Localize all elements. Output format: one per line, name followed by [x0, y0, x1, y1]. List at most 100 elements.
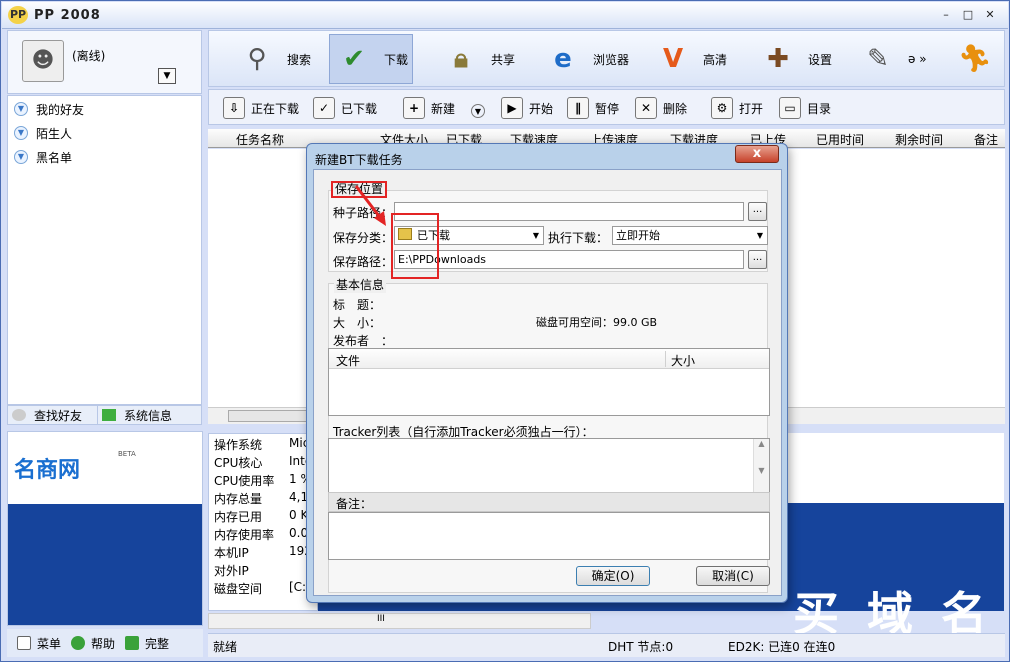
- toolbar-label: 高清: [703, 52, 728, 67]
- contact-group-strangers[interactable]: ▼ 陌生人: [14, 123, 72, 143]
- toolbar-label: 搜索: [287, 52, 312, 67]
- ok-button[interactable]: 确定(O): [576, 566, 650, 586]
- scroll-thumb[interactable]: [228, 410, 318, 422]
- left-bottom-bar: 菜单 帮助 完整: [7, 629, 203, 657]
- ad-panel[interactable]: 名商网 BETA: [7, 431, 203, 626]
- tracker-textarea[interactable]: ▲ ▼: [328, 438, 770, 493]
- size-label: 大 小：: [333, 316, 382, 330]
- maximize-button[interactable]: □: [960, 8, 976, 23]
- new-task-dropdown-icon[interactable]: ▼: [471, 104, 485, 118]
- note-label: 备注：: [336, 497, 373, 511]
- toolbar-settings-button[interactable]: ✚ 设置: [754, 34, 832, 84]
- folder-icon: ▭: [779, 97, 801, 119]
- toolbar-label: 设置: [808, 52, 833, 67]
- toolbar-label: 共享: [491, 52, 516, 67]
- new-bt-task-dialog: 新建BT下载任务 x 保存位置 种子路径： ... 保存分类： 已下载 ▼ 执行…: [306, 143, 788, 603]
- menu-button[interactable]: 菜单: [17, 635, 61, 652]
- magnifier-icon: ⚲: [247, 44, 267, 74]
- minimize-button[interactable]: –: [938, 8, 954, 23]
- info-hscrollbar[interactable]: III: [208, 613, 591, 629]
- toolbar-browser-button[interactable]: e 浏览器: [539, 34, 629, 84]
- pause-button[interactable]: ∥ 暂停: [567, 96, 619, 120]
- ie-browser-icon: e: [554, 44, 572, 74]
- highlight-annotation-box: [391, 213, 439, 279]
- save-category-label: 保存分类：: [333, 231, 394, 245]
- contact-group-friends[interactable]: ▼ 我的好友: [14, 99, 84, 119]
- tab-label: 系统信息: [124, 408, 173, 423]
- button-label: 目录: [807, 101, 832, 116]
- toolbar-share-button[interactable]: 🔒︎ 共享: [437, 34, 515, 84]
- complete-label: 完整: [145, 636, 170, 651]
- note-textarea[interactable]: [328, 512, 770, 560]
- col-header[interactable]: 剩余时间: [895, 131, 943, 148]
- save-path-browse-button[interactable]: ...: [748, 250, 767, 269]
- ad-beta-badge: BETA: [118, 450, 136, 458]
- contact-list: ▼ 我的好友 ▼ 陌生人 ▼ 黑名单: [7, 95, 202, 405]
- file-col-header[interactable]: 文件: [336, 352, 360, 369]
- status-dropdown-button[interactable]: ▼: [158, 68, 176, 84]
- contact-group-label: 我的好友: [36, 102, 85, 117]
- search-icon: [12, 409, 26, 421]
- download-toolbar: ⇩ 正在下载 ✓ 已下载 + 新建 ▼ ▶ 开始 ∥ 暂停 ✕ 删除 ⚙ 打开 ▭ 目录: [208, 89, 1005, 125]
- avatar[interactable]: ☻: [22, 40, 64, 82]
- info-label: 对外IP: [214, 564, 249, 578]
- save-path-input[interactable]: E:\PPDownloads: [394, 250, 744, 269]
- seed-path-browse-button[interactable]: ...: [748, 202, 767, 221]
- toolbar-hd-button[interactable]: V 高清: [649, 34, 727, 84]
- expand-icon: ▼: [14, 126, 28, 140]
- left-tabs: 查找好友 系统信息: [7, 405, 202, 425]
- envelope-icon: [102, 409, 116, 421]
- dialog-close-button[interactable]: x: [735, 145, 779, 163]
- close-button[interactable]: ✕: [982, 8, 998, 23]
- tab-label: 查找好友: [34, 408, 83, 423]
- button-label: 开始: [529, 101, 554, 116]
- delete-button[interactable]: ✕ 删除: [635, 96, 687, 120]
- window-title: PP 2008: [34, 8, 101, 23]
- online-status: (离线): [72, 49, 106, 63]
- complete-button[interactable]: 完整: [125, 635, 169, 652]
- tab-system-info[interactable]: 系统信息: [98, 406, 198, 424]
- chevron-down-icon: ▼: [532, 231, 540, 240]
- expand-icon: ▼: [14, 150, 28, 164]
- size-col-header[interactable]: 大小: [671, 352, 695, 369]
- tab-find-friends[interactable]: 查找好友: [8, 406, 98, 424]
- seed-path-input[interactable]: [394, 202, 744, 221]
- button-label: 暂停: [595, 101, 620, 116]
- exec-value: 立即开始: [616, 229, 660, 242]
- disk-free-space: 磁盘可用空间：99.0 GB: [536, 316, 658, 329]
- open-button[interactable]: ⚙ 打开: [711, 96, 763, 120]
- button-label: 新建: [431, 101, 456, 116]
- contact-group-blacklist[interactable]: ▼ 黑名单: [14, 147, 72, 167]
- help-button[interactable]: 帮助: [71, 635, 115, 652]
- system-info-panel: 操作系统 Micr CPU核心 Inte CPU使用率 1 % 内存总量 4,1…: [208, 433, 318, 611]
- new-task-button[interactable]: + 新建: [403, 96, 455, 120]
- button-label: 删除: [663, 101, 688, 116]
- toolbar-notes-button[interactable]: ✎ ә »: [854, 34, 926, 84]
- note-bar: 备注：: [328, 492, 770, 512]
- title-label: 标 题：: [333, 298, 382, 312]
- ad-banner-band: [8, 504, 202, 625]
- toolbar-runner-button[interactable]: 🏃︎: [951, 34, 999, 84]
- help-icon: [71, 636, 86, 650]
- col-header[interactable]: 备注: [974, 131, 998, 148]
- toolbar-search-button[interactable]: ⚲ 搜索: [233, 34, 311, 84]
- downloading-tab-button[interactable]: ⇩ 正在下载: [223, 96, 299, 120]
- toolbar-download-button[interactable]: ✔ 下载: [329, 34, 414, 84]
- profile-panel: ☻ (离线) ▼: [7, 30, 202, 94]
- dht-status: DHT 节点:0: [608, 640, 674, 654]
- col-header[interactable]: 任务名称: [236, 131, 284, 148]
- info-label: 磁盘空间: [214, 582, 263, 596]
- folder-button[interactable]: ▭ 目录: [779, 96, 831, 120]
- downloaded-tab-button[interactable]: ✓ 已下载: [313, 96, 377, 120]
- toolbar-label: 下载: [384, 52, 409, 67]
- tracker-scrollbar[interactable]: ▲ ▼: [753, 439, 769, 492]
- col-header[interactable]: 已用时间: [816, 131, 864, 148]
- title-bar: PP PP 2008 – □ ✕: [2, 2, 1008, 29]
- cancel-button[interactable]: 取消(C): [696, 566, 770, 586]
- button-label: 正在下载: [251, 101, 300, 116]
- info-label: 操作系统: [214, 438, 263, 452]
- exec-select[interactable]: 立即开始 ▼: [612, 226, 768, 245]
- start-button[interactable]: ▶ 开始: [501, 96, 553, 120]
- file-list[interactable]: 文件 大小: [328, 348, 770, 416]
- ad-logo: 名商网: [14, 458, 81, 483]
